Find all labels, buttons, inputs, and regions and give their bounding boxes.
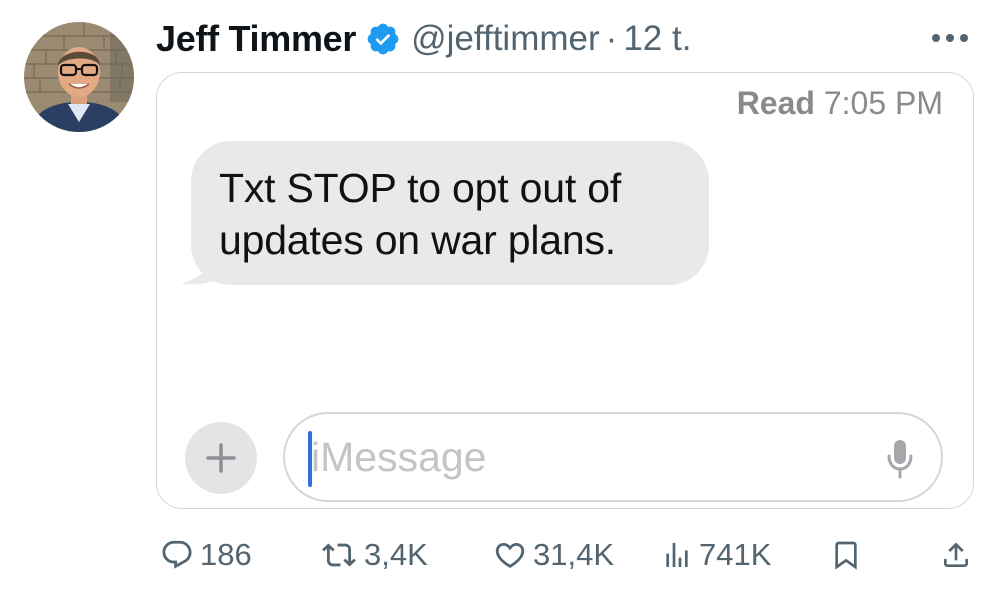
bookmark-button[interactable]	[830, 530, 862, 580]
like-button[interactable]: 31,4K	[493, 530, 614, 580]
repost-count: 3,4K	[364, 537, 428, 572]
read-time: 7:05 PM	[823, 85, 943, 121]
read-label: Read	[736, 85, 815, 121]
reply-count: 186	[200, 537, 252, 572]
reply-icon	[162, 540, 192, 569]
ellipsis-horizontal-icon	[932, 34, 968, 42]
heart-icon	[495, 542, 525, 568]
author-display-name[interactable]: Jeff Timmer	[156, 18, 356, 60]
more-options-button[interactable]	[928, 26, 972, 50]
share-icon	[944, 542, 968, 567]
repost-button[interactable]: 3,4K	[320, 530, 428, 580]
add-attachment-button[interactable]	[185, 422, 257, 494]
post-action-bar: 186 3,4K 31,4K 741K	[0, 530, 1000, 580]
time-separator: ·	[605, 19, 618, 58]
share-button[interactable]	[940, 530, 972, 580]
analytics-bars-icon	[666, 543, 688, 567]
post-media-image[interactable]: Read 7:05 PM Txt STOP to opt out of upda…	[156, 72, 974, 509]
imessage-placeholder: iMessage	[311, 434, 487, 480]
verified-badge-icon[interactable]	[365, 21, 401, 57]
views-button[interactable]: 741K	[661, 530, 771, 580]
views-count: 741K	[699, 537, 772, 572]
message-bubble: Txt STOP to opt out of updates on war pl…	[179, 141, 719, 291]
bookmark-icon	[835, 541, 857, 570]
microphone-icon[interactable]	[885, 438, 915, 480]
author-handle[interactable]: @jefftimmer	[411, 19, 600, 59]
message-text-line-1: Txt STOP to opt out of	[219, 165, 622, 211]
plus-icon	[206, 443, 236, 473]
reply-button[interactable]: 186	[160, 530, 252, 580]
post-header: Jeff Timmer @jefftimmer · 12 t.	[156, 16, 691, 62]
imessage-input-field[interactable]: iMessage	[283, 412, 943, 502]
read-receipt: Read 7:05 PM	[737, 85, 943, 122]
author-avatar[interactable]	[24, 22, 134, 132]
post-timestamp[interactable]: 12 t.	[623, 19, 691, 59]
repost-icon	[322, 543, 356, 567]
like-count: 31,4K	[533, 537, 615, 572]
message-text-line-2: updates on war plans.	[219, 217, 616, 263]
